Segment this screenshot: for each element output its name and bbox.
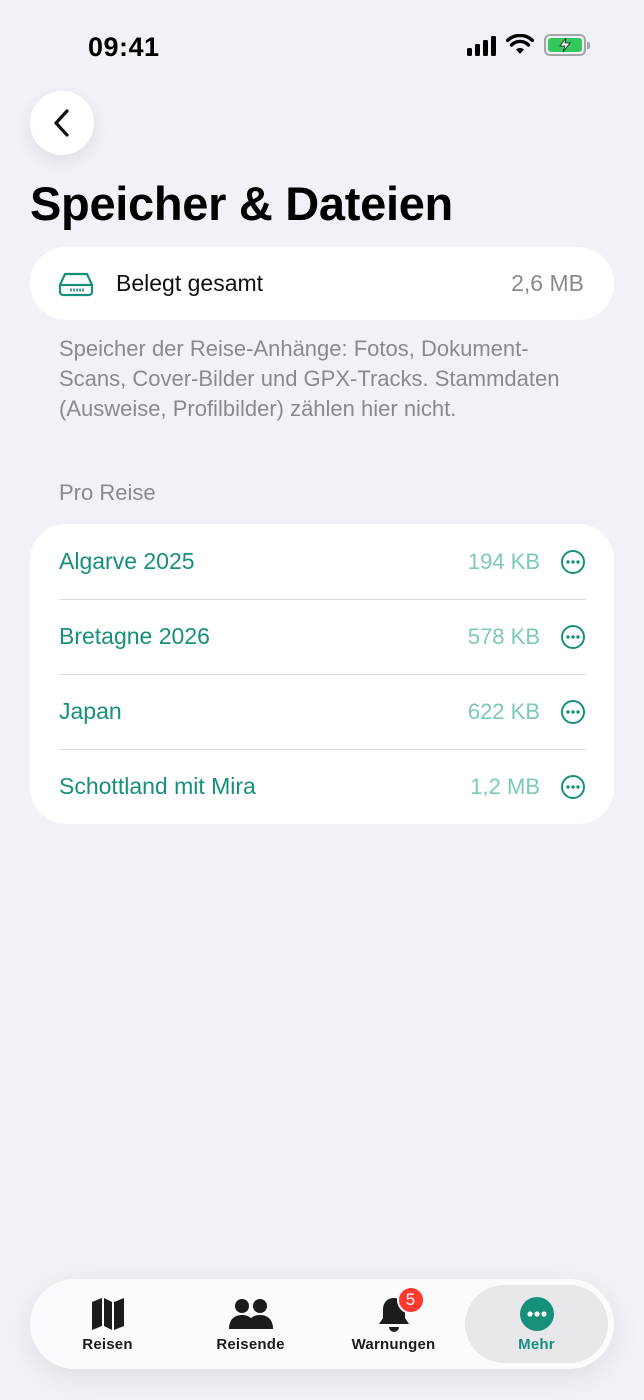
ellipsis-circle-icon[interactable] xyxy=(560,624,586,650)
tab-label: Warnungen xyxy=(351,1335,436,1353)
trip-row[interactable]: Algarve 2025 194 KB xyxy=(30,524,614,599)
tab-warnungen[interactable]: 5 Warnungen xyxy=(322,1285,465,1363)
ellipsis-circle-icon[interactable] xyxy=(560,774,586,800)
page-title: Speicher & Dateien xyxy=(30,177,453,230)
total-label: Belegt gesamt xyxy=(116,270,264,296)
trip-row[interactable]: Schottland mit Mira 1,2 MB xyxy=(30,749,614,824)
tab-label: Mehr xyxy=(518,1335,555,1353)
status-time: 09:41 xyxy=(88,32,160,62)
status-bar: 09:41 xyxy=(0,0,644,90)
trip-storage-list: Algarve 2025 194 KB Bretagne 2026 578 KB… xyxy=(30,524,614,824)
ellipsis-circle-icon[interactable] xyxy=(560,699,586,725)
map-icon xyxy=(90,1296,126,1332)
tab-label: Reisen xyxy=(82,1335,133,1353)
section-label-per-trip: Pro Reise xyxy=(59,480,156,505)
trip-name: Schottland mit Mira xyxy=(59,773,256,799)
total-value: 2,6 MB xyxy=(511,270,584,296)
tab-mehr[interactable]: Mehr xyxy=(465,1285,608,1363)
trip-name: Bretagne 2026 xyxy=(59,623,210,649)
trip-size: 578 KB xyxy=(467,623,540,649)
cellular-signal-icon xyxy=(467,34,496,56)
tab-label: Reisende xyxy=(216,1335,285,1353)
more-icon xyxy=(519,1296,555,1332)
tab-reisende[interactable]: Reisende xyxy=(179,1285,322,1363)
back-button[interactable] xyxy=(30,91,94,155)
notification-badge: 5 xyxy=(396,1285,425,1314)
trip-size: 194 KB xyxy=(467,548,540,574)
trip-row[interactable]: Bretagne 2026 578 KB xyxy=(30,599,614,674)
trip-size: 1,2 MB xyxy=(470,773,540,799)
bell-icon: 5 xyxy=(377,1285,425,1332)
battery-charging-icon xyxy=(544,34,590,56)
storage-description: Speicher der Reise-Anhänge: Fotos, Dokum… xyxy=(59,336,560,421)
wifi-icon xyxy=(506,34,534,54)
hard-drive-icon xyxy=(58,271,94,297)
trip-size: 622 KB xyxy=(467,698,540,724)
tab-bar: Reisen Reisende 5 Warnungen Mehr xyxy=(30,1279,614,1369)
people-icon xyxy=(228,1296,274,1332)
total-storage-card: Belegt gesamt 2,6 MB xyxy=(30,247,614,320)
ellipsis-circle-icon[interactable] xyxy=(560,549,586,575)
status-icons xyxy=(467,34,590,56)
trip-name: Japan xyxy=(59,698,122,724)
trip-row[interactable]: Japan 622 KB xyxy=(30,674,614,749)
trip-name: Algarve 2025 xyxy=(59,548,195,574)
chevron-left-icon xyxy=(54,109,69,137)
tab-reisen[interactable]: Reisen xyxy=(36,1285,179,1363)
